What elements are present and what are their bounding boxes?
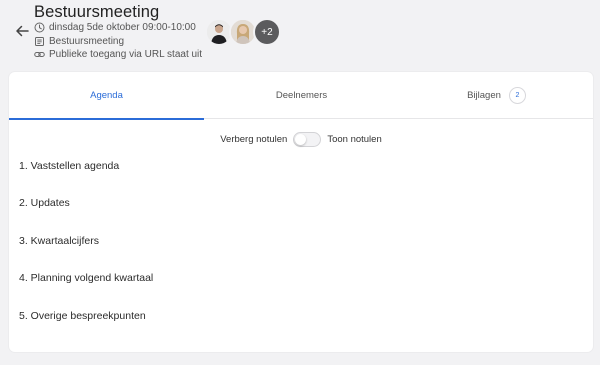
clock-icon bbox=[34, 22, 45, 33]
tab-agenda-label: Agenda bbox=[90, 90, 123, 101]
arrow-left-icon bbox=[15, 24, 29, 43]
tab-agenda[interactable]: Agenda bbox=[9, 72, 204, 120]
agenda-item[interactable]: 4. Planning volgend kwartaal bbox=[19, 272, 153, 288]
notes-toggle-row: Verberg notulen Toon notulen bbox=[9, 129, 593, 149]
agenda-item[interactable]: 1. Vaststellen agenda bbox=[19, 160, 119, 176]
show-notes-label[interactable]: Toon notulen bbox=[327, 134, 381, 145]
hide-notes-label[interactable]: Verberg notulen bbox=[220, 134, 287, 145]
public-access-status: Publieke toegang via URL staat uit bbox=[34, 48, 202, 61]
calendar-list-icon bbox=[34, 36, 45, 47]
tab-deelnemers-label: Deelnemers bbox=[275, 90, 328, 101]
tab-deelnemers[interactable]: Deelnemers bbox=[204, 72, 399, 119]
agenda-item[interactable]: 5. Overige bespreekpunten bbox=[19, 310, 146, 326]
tab-bijlagen-label: Bijlagen bbox=[467, 90, 501, 101]
meeting-card: Agenda Deelnemers Bijlagen 2 Verberg not… bbox=[9, 72, 593, 352]
page-title: Bestuursmeeting bbox=[34, 3, 160, 21]
agenda-item[interactable]: 3. Kwartaalcijfers bbox=[19, 235, 99, 251]
meeting-datetime-text: dinsdag 5de oktober 09:00-10:00 bbox=[49, 22, 196, 33]
agenda-item[interactable]: 2. Updates bbox=[19, 197, 70, 213]
toggle-knob bbox=[295, 133, 307, 145]
link-icon bbox=[34, 49, 45, 60]
attachments-count-badge: 2 bbox=[508, 87, 526, 104]
meeting-board-text: Bestuursmeeting bbox=[49, 36, 125, 47]
notes-toggle-switch[interactable] bbox=[293, 131, 322, 147]
active-tab-indicator bbox=[9, 118, 204, 120]
meeting-header: Bestuursmeeting dinsdag 5de oktober 09:0… bbox=[0, 0, 600, 70]
back-button[interactable] bbox=[13, 24, 31, 42]
meeting-datetime: dinsdag 5de oktober 09:00-10:00 bbox=[34, 21, 196, 34]
public-access-text: Publieke toegang via URL staat uit bbox=[49, 49, 203, 60]
more-participants-count[interactable]: +2 bbox=[253, 18, 281, 46]
tab-bar: Agenda Deelnemers Bijlagen 2 bbox=[9, 72, 594, 120]
meeting-board: Bestuursmeeting bbox=[34, 35, 124, 48]
tab-bijlagen[interactable]: Bijlagen 2 bbox=[399, 72, 594, 119]
